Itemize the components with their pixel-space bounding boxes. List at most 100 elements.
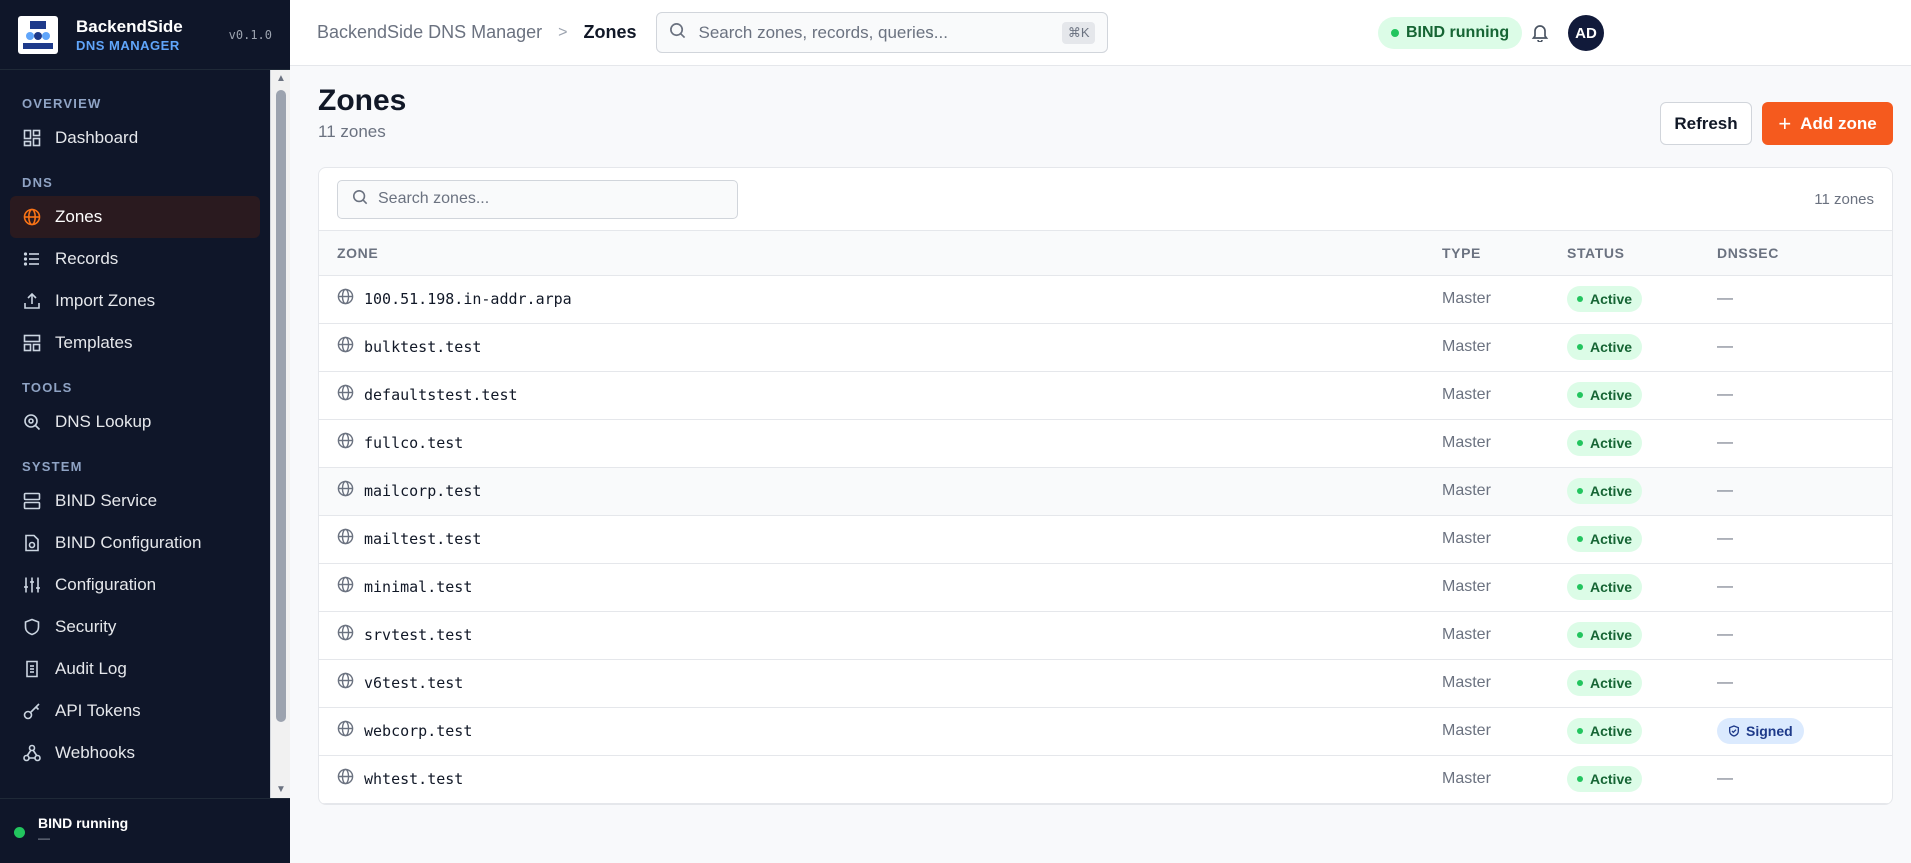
sidebar-item-bind-service[interactable]: BIND Service: [10, 480, 260, 522]
zone-name-link[interactable]: v6test.test: [364, 674, 463, 692]
zone-name-link[interactable]: srvtest.test: [364, 626, 472, 644]
section-title-dns: DNS: [22, 175, 54, 190]
status-badge: Active: [1567, 286, 1643, 312]
globe-icon: [337, 528, 354, 550]
sidebar-item-bind-configuration[interactable]: BIND Configuration: [10, 522, 260, 564]
zone-search-input[interactable]: [378, 190, 723, 208]
status-badge: Active: [1567, 430, 1643, 456]
table-row[interactable]: webcorp.test Master Active Signed: [319, 707, 1892, 755]
table-row[interactable]: mailcorp.test Master Active —: [319, 467, 1892, 515]
sidebar-item-label: API Tokens: [55, 701, 141, 720]
zone-name-link[interactable]: defaultstest.test: [364, 386, 518, 404]
zone-name-link[interactable]: whtest.test: [364, 770, 463, 788]
zone-type: Master: [1442, 482, 1491, 499]
sidebar-scrollbar[interactable]: ▲ ▼: [270, 70, 290, 798]
status-label: Active: [1590, 579, 1633, 595]
sidebar-item-import-zones[interactable]: Import Zones: [10, 280, 260, 322]
table-row[interactable]: whtest.test Master Active —: [319, 755, 1892, 803]
zone-type: Master: [1442, 386, 1491, 403]
table-row[interactable]: bulktest.test Master Active —: [319, 323, 1892, 371]
scroll-up-icon[interactable]: ▲: [276, 73, 286, 84]
zone-type: Master: [1442, 722, 1491, 739]
bell-icon[interactable]: [1530, 22, 1550, 47]
refresh-button[interactable]: Refresh: [1660, 102, 1752, 145]
plus-icon: +: [1778, 110, 1792, 136]
breadcrumb-separator-icon: >: [558, 23, 568, 41]
column-header-type[interactable]: TYPE: [1442, 231, 1567, 275]
status-badge: Active: [1567, 766, 1643, 792]
sidebar-item-webhooks[interactable]: Webhooks: [10, 732, 260, 774]
page-subtitle: 11 zones: [318, 122, 386, 141]
status-badge: Active: [1567, 526, 1643, 552]
status-label: Active: [1590, 675, 1633, 691]
user-avatar[interactable]: AD: [1568, 15, 1604, 51]
dnssec-value: —: [1717, 434, 1733, 451]
table-row[interactable]: mailtest.test Master Active —: [319, 515, 1892, 563]
table-row[interactable]: defaultstest.test Master Active —: [319, 371, 1892, 419]
status-badge: Active: [1567, 670, 1643, 696]
status-label: Active: [1590, 435, 1633, 451]
breadcrumb-root[interactable]: BackendSide DNS Manager: [317, 22, 542, 43]
sidebar-item-label: Zones: [55, 207, 103, 226]
server-icon: [22, 491, 42, 511]
zone-search[interactable]: [337, 179, 738, 219]
page-title: Zones: [318, 84, 407, 117]
globe-icon: [337, 432, 354, 454]
status-label: Active: [1590, 723, 1633, 739]
upload-icon: [22, 291, 42, 311]
app-version: v0.1.0: [228, 27, 272, 42]
zone-type: Master: [1442, 290, 1491, 307]
globe-icon: [337, 624, 354, 646]
status-dot-icon: [1577, 392, 1583, 398]
column-header-zone[interactable]: ZONE: [319, 231, 1442, 275]
zone-name-link[interactable]: bulktest.test: [364, 338, 481, 356]
zone-name-link[interactable]: mailcorp.test: [364, 482, 481, 500]
table-row[interactable]: srvtest.test Master Active —: [319, 611, 1892, 659]
sidebar-item-dashboard[interactable]: Dashboard: [10, 117, 260, 159]
status-dot-icon: [1577, 632, 1583, 638]
app-subtitle: DNS MANAGER: [76, 37, 180, 53]
table-row[interactable]: fullco.test Master Active —: [319, 419, 1892, 467]
zone-name-link[interactable]: 100.51.198.in-addr.arpa: [364, 290, 572, 308]
sidebar-item-security[interactable]: Security: [10, 606, 260, 648]
file-config-icon: [22, 533, 42, 553]
add-zone-button[interactable]: + Add zone: [1762, 102, 1893, 145]
status-label: Active: [1590, 531, 1633, 547]
sidebar-item-label: DNS Lookup: [55, 412, 152, 431]
zone-name-link[interactable]: mailtest.test: [364, 530, 481, 548]
sidebar-item-label: BIND Configuration: [55, 533, 202, 552]
sliders-icon: [22, 575, 42, 595]
sidebar-item-api-tokens[interactable]: API Tokens: [10, 690, 260, 732]
sidebar-item-zones[interactable]: Zones: [10, 196, 260, 238]
global-search[interactable]: ⌘K: [656, 12, 1109, 53]
sidebar-item-label: Templates: [55, 333, 133, 352]
column-header-dnssec[interactable]: DNSSEC: [1717, 231, 1892, 275]
status-dot-icon: [1577, 344, 1583, 350]
scroll-down-icon[interactable]: ▼: [276, 784, 286, 795]
scrollbar-thumb[interactable]: [276, 90, 286, 722]
dnssec-signed-badge: Signed: [1717, 718, 1804, 744]
column-header-status[interactable]: STATUS: [1567, 231, 1717, 275]
status-dot-icon: [1577, 584, 1583, 590]
sidebar-item-audit-log[interactable]: Audit Log: [10, 648, 260, 690]
sidebar-item-label: Audit Log: [55, 659, 127, 678]
dashboard-icon: [22, 128, 42, 148]
breadcrumb-current: Zones: [583, 22, 637, 42]
zone-name-link[interactable]: fullco.test: [364, 434, 463, 452]
table-row[interactable]: minimal.test Master Active —: [319, 563, 1892, 611]
sidebar-item-label: Webhooks: [55, 743, 136, 762]
status-badge: Active: [1567, 718, 1643, 744]
sidebar-item-dns-lookup[interactable]: DNS Lookup: [10, 401, 260, 443]
sidebar-item-templates[interactable]: Templates: [10, 322, 260, 364]
zone-name-link[interactable]: webcorp.test: [364, 722, 472, 740]
table-row[interactable]: v6test.test Master Active —: [319, 659, 1892, 707]
sidebar-item-configuration[interactable]: Configuration: [10, 564, 260, 606]
sidebar-item-records[interactable]: Records: [10, 238, 260, 280]
app-logo[interactable]: [18, 15, 58, 54]
dnssec-label: Signed: [1746, 723, 1793, 739]
global-search-input[interactable]: [698, 22, 1062, 43]
zone-type: Master: [1442, 530, 1491, 547]
table-row[interactable]: 100.51.198.in-addr.arpa Master Active —: [319, 275, 1892, 323]
zone-name-link[interactable]: minimal.test: [364, 578, 472, 596]
footer-status-title: BIND running: [38, 815, 129, 831]
